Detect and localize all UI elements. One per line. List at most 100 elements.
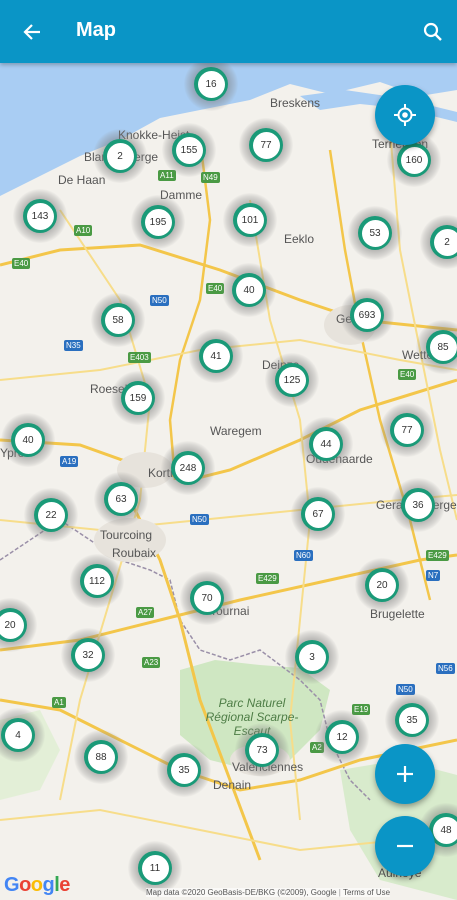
cluster-count: 41 [202, 342, 230, 370]
cluster-count: 248 [174, 454, 202, 482]
cluster-marker[interactable]: 40 [1, 413, 55, 467]
cluster-count: 3 [298, 643, 326, 671]
cluster-marker[interactable]: 58 [91, 293, 145, 347]
cluster-marker[interactable]: 40 [222, 263, 276, 317]
cluster-marker[interactable]: 63 [94, 472, 148, 526]
cluster-count: 40 [235, 276, 263, 304]
cluster-count: 53 [361, 219, 389, 247]
cluster-marker[interactable]: 248 [161, 441, 215, 495]
cluster-marker[interactable]: 22 [24, 488, 78, 542]
cluster-count: 67 [304, 500, 332, 528]
cluster-count: 36 [404, 491, 432, 519]
cluster-count: 16 [197, 70, 225, 98]
cluster-marker[interactable]: 70 [180, 571, 234, 625]
road-label: A1 [52, 697, 66, 708]
cluster-count: 11 [141, 854, 169, 882]
cluster-count: 2 [433, 228, 457, 256]
minus-icon [397, 844, 413, 848]
cluster-marker[interactable]: 67 [291, 487, 345, 541]
cluster-count: 22 [37, 501, 65, 529]
cluster-marker[interactable]: 2 [93, 129, 147, 183]
cluster-marker[interactable]: 73 [235, 723, 289, 777]
road-label: A23 [142, 657, 161, 668]
cluster-count: 20 [0, 611, 24, 639]
terms-link[interactable]: Terms of Use [343, 888, 390, 897]
cluster-marker[interactable]: 35 [157, 743, 211, 797]
city-label: Eeklo [284, 232, 315, 246]
cluster-marker[interactable]: 693 [340, 288, 394, 342]
road-label: N49 [201, 172, 220, 183]
my-location-button[interactable] [375, 85, 435, 145]
city-label: De Haan [58, 173, 106, 187]
cluster-marker[interactable]: 16 [184, 57, 238, 111]
cluster-count: 20 [368, 571, 396, 599]
cluster-marker[interactable]: 53 [348, 206, 402, 260]
cluster-count: 35 [398, 706, 426, 734]
cluster-marker[interactable]: 77 [380, 403, 434, 457]
page-title: Map [76, 19, 116, 41]
road-label: N56 [436, 663, 455, 674]
road-label: E429 [426, 550, 449, 561]
cluster-marker[interactable]: 112 [70, 554, 124, 608]
cluster-count: 48 [432, 816, 457, 844]
search-button[interactable] [417, 16, 449, 48]
road-label: A10 [74, 225, 93, 236]
zoom-out-button[interactable] [375, 816, 435, 876]
cluster-count: 2 [106, 142, 134, 170]
city-label: Breskens [270, 96, 321, 110]
cluster-count: 70 [193, 584, 221, 612]
road-label: N7 [426, 570, 441, 581]
cluster-count: 44 [312, 430, 340, 458]
google-logo: Google [4, 874, 70, 896]
cluster-marker[interactable]: 41 [189, 329, 243, 383]
cluster-marker[interactable]: 36 [391, 478, 445, 532]
cluster-marker[interactable]: 88 [74, 730, 128, 784]
cluster-count: 73 [248, 736, 276, 764]
cluster-count: 12 [328, 723, 356, 751]
cluster-marker[interactable]: 195 [131, 195, 185, 249]
cluster-count: 101 [236, 206, 264, 234]
cluster-marker[interactable]: 35 [385, 693, 439, 747]
city-label: Tourcoing [100, 528, 153, 542]
cluster-count: 4 [4, 721, 32, 749]
cluster-count: 693 [353, 301, 381, 329]
map-view[interactable]: Breskens Knokke-Heist Blankenberge De Ha… [0, 0, 457, 900]
cluster-count: 155 [175, 136, 203, 164]
arrow-back-icon [23, 24, 40, 40]
road-label: A27 [136, 607, 155, 618]
cluster-count: 77 [393, 416, 421, 444]
search-icon [423, 22, 442, 41]
road-label: E40 [12, 258, 31, 269]
attribution-text: Map data ©2020 GeoBasis-DE/BKG (©2009), … [146, 888, 337, 897]
cluster-marker[interactable]: 44 [299, 417, 353, 471]
plus-icon [397, 766, 413, 782]
road-label: N50 [190, 514, 209, 525]
cluster-count: 40 [14, 426, 42, 454]
cluster-marker[interactable]: 125 [265, 353, 319, 407]
cluster-marker[interactable]: 101 [223, 193, 277, 247]
cluster-marker[interactable]: 155 [162, 123, 216, 177]
cluster-count: 112 [83, 567, 111, 595]
cluster-marker[interactable]: 159 [111, 371, 165, 425]
cluster-count: 58 [104, 306, 132, 334]
cluster-marker[interactable]: 12 [315, 710, 369, 764]
cluster-marker[interactable]: 32 [61, 628, 115, 682]
cluster-count: 159 [124, 384, 152, 412]
zoom-in-button[interactable] [375, 744, 435, 804]
road-label: N50 [150, 295, 169, 306]
cluster-marker[interactable]: 143 [13, 189, 67, 243]
cluster-marker[interactable]: 20 [355, 558, 409, 612]
app-bar: Map [0, 0, 457, 63]
cluster-count: 195 [144, 208, 172, 236]
cluster-marker[interactable]: 11 [128, 841, 182, 895]
city-label: Denain [213, 778, 252, 792]
cluster-count: 63 [107, 485, 135, 513]
cluster-marker[interactable]: 77 [239, 118, 293, 172]
road-label: A19 [60, 456, 79, 467]
road-label: E40 [398, 369, 417, 380]
back-button[interactable] [14, 14, 50, 50]
cluster-count: 85 [429, 333, 457, 361]
my-location-icon [394, 104, 416, 126]
cluster-count: 32 [74, 641, 102, 669]
cluster-marker[interactable]: 3 [285, 630, 339, 684]
